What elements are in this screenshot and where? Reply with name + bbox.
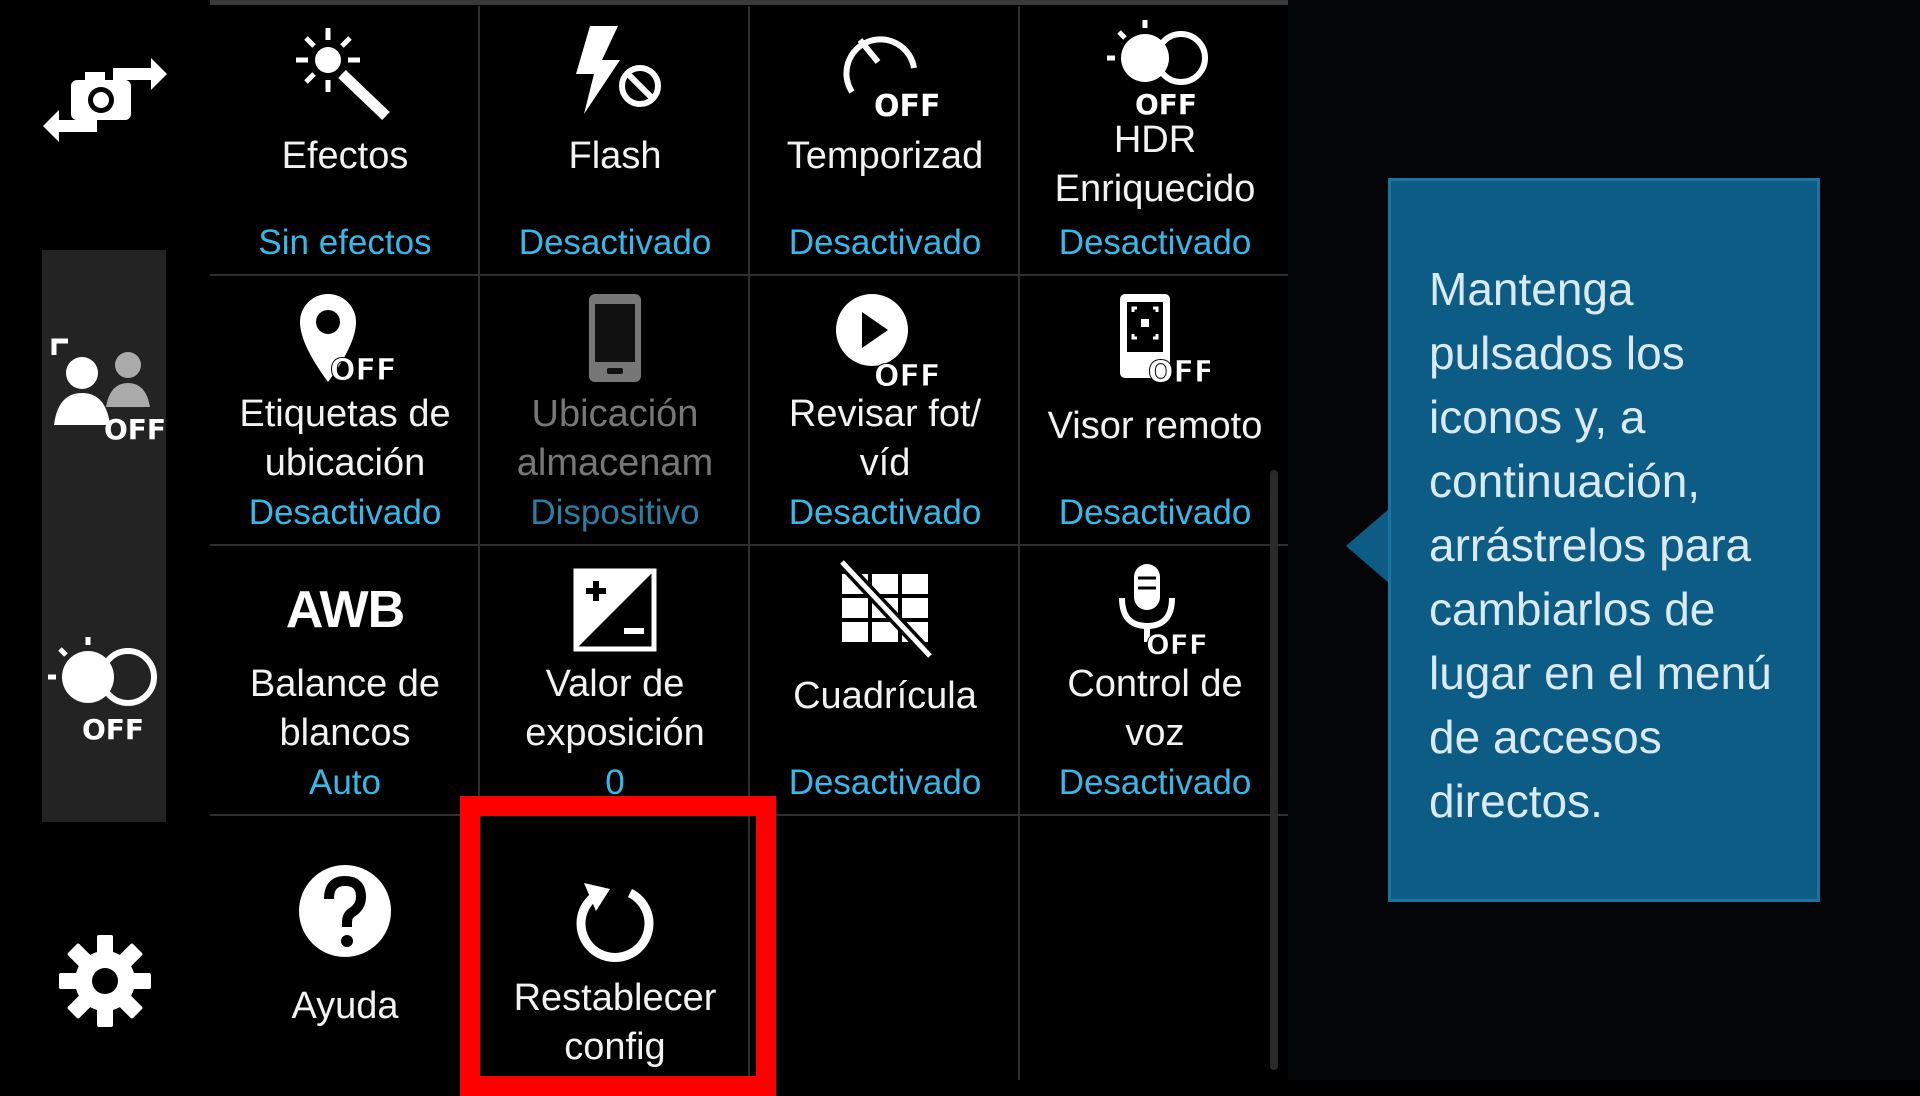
setting-value: Dispositivo (530, 493, 700, 532)
remote-viewfinder-icon: OFF (1100, 290, 1210, 390)
hdr-off-badge: OFF (82, 713, 144, 746)
phone-storage-icon (575, 290, 655, 390)
setting-help[interactable]: Ayuda (210, 816, 480, 1086)
setting-label: Restablecer config (513, 977, 717, 1068)
setting-location-tags[interactable]: OFF Etiquetas de ubicación Desactivado (210, 276, 480, 546)
tooltip-text: Mantenga pulsados los iconos y, a contin… (1429, 263, 1772, 827)
help-tooltip: Mantenga pulsados los iconos y, a contin… (1388, 178, 1820, 902)
awb-icon: AWB (285, 560, 405, 660)
exposure-icon (570, 560, 660, 660)
grid-scrollbar[interactable] (1270, 470, 1278, 1070)
setting-flash[interactable]: Flash Desactivado (480, 6, 750, 276)
tooltip-arrow (1346, 508, 1390, 584)
setting-value: 0 (605, 763, 625, 802)
setting-label: Valor de exposición (525, 663, 705, 754)
setting-voice-control[interactable]: OFF Control de voz Desactivado (1020, 546, 1290, 816)
setting-value: Sin efectos (258, 223, 432, 262)
setting-label: Ubicación almacenam (516, 393, 714, 484)
setting-value: Desactivado (1058, 493, 1252, 532)
setting-label: Cuadrícula (793, 675, 977, 717)
camera-settings-grid: Efectos Sin efectos Flash Desactivado OF… (210, 6, 1288, 1080)
setting-value: Desactivado (788, 493, 982, 532)
hdr-off-badge: OFF (1135, 88, 1197, 116)
setting-label: Temporizad (786, 135, 984, 177)
setting-remote-viewfinder[interactable]: OFF Visor remoto Desactivado (1020, 276, 1290, 546)
setting-value: Desactivado (788, 763, 982, 802)
switch-camera-icon (43, 58, 167, 142)
review-play-icon: OFF (830, 290, 940, 390)
flash-off-icon (560, 12, 670, 132)
setting-white-balance[interactable]: AWB Balance de blancos Auto (210, 546, 480, 816)
setting-label: Ayuda (291, 985, 399, 1027)
setting-value: Auto (309, 763, 381, 802)
effects-wand-icon (290, 12, 400, 132)
setting-hdr[interactable]: OFF HDR Enriquecido Desactivado (1020, 6, 1290, 276)
location-off-badge: OFF (330, 353, 397, 388)
help-icon (295, 856, 395, 966)
gear-icon (59, 935, 151, 1027)
setting-label: Revisar fot/ víd (788, 393, 982, 484)
setting-label: Etiquetas de ubicación (239, 393, 451, 484)
setting-value: Desactivado (518, 223, 712, 262)
hdr-shortcut-button[interactable]: OFF (44, 620, 164, 750)
shortcut-sidebar: OFF OFF (0, 0, 210, 1080)
setting-label: Control de voz (1067, 663, 1243, 754)
setting-reset[interactable]: Restablecer config (480, 816, 750, 1086)
voice-off-badge: OFF (1146, 628, 1208, 660)
setting-label: Efectos (281, 135, 409, 177)
setting-value: Desactivado (1058, 763, 1252, 802)
setting-label: Visor remoto (1047, 405, 1263, 447)
setting-grid-lines[interactable]: Cuadrícula Desactivado (750, 546, 1020, 816)
remote-off-badge: OFF (1148, 355, 1210, 390)
setting-exposure[interactable]: Valor de exposición 0 (480, 546, 750, 816)
face-detection-off-badge: OFF (104, 413, 164, 445)
grid-top-divider (210, 0, 1288, 5)
hdr-icon: OFF (48, 637, 157, 746)
awb-icon-text: AWB (285, 581, 405, 639)
setting-label: Flash (568, 135, 662, 177)
setting-effects[interactable]: Efectos Sin efectos (210, 6, 480, 276)
voice-control-icon: OFF (1100, 560, 1210, 660)
switch-camera-button[interactable] (40, 40, 170, 160)
setting-value: Desactivado (788, 223, 982, 262)
timer-off-icon: OFF (830, 12, 940, 132)
hdr-icon: OFF (1095, 16, 1215, 116)
setting-storage[interactable]: Ubicación almacenam Dispositivo (480, 276, 750, 546)
setting-label: Balance de blancos (249, 663, 441, 754)
face-detection-icon: OFF (51, 338, 164, 445)
location-tag-icon: OFF (290, 290, 400, 390)
face-detection-button[interactable]: OFF (44, 330, 164, 450)
setting-timer[interactable]: OFF Temporizad Desactivado (750, 6, 1020, 276)
setting-review[interactable]: OFF Revisar fot/ víd Desactivado (750, 276, 1020, 546)
setting-value: Desactivado (248, 493, 442, 532)
timer-off-badge: OFF (874, 89, 940, 122)
reset-icon (570, 870, 660, 970)
settings-button[interactable] (50, 926, 160, 1036)
setting-label: HDR Enriquecido (1054, 119, 1256, 210)
grid-off-icon (830, 560, 940, 660)
setting-value: Desactivado (1058, 223, 1252, 262)
review-off-badge: OFF (874, 359, 940, 390)
